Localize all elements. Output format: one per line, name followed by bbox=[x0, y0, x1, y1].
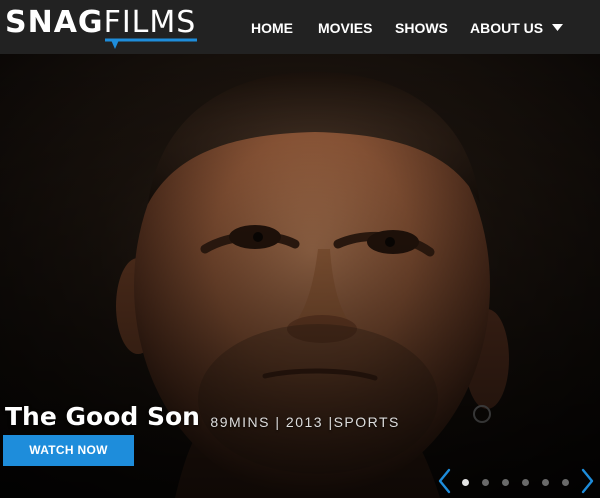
carousel-dot-3[interactable] bbox=[502, 479, 509, 486]
nav-about-us-label: ABOUT US bbox=[470, 20, 544, 36]
movie-meta: 89MINS | 2013 |SPORTS bbox=[210, 414, 400, 430]
nav-home-label: HOME bbox=[251, 20, 293, 36]
nav-movies-label: MOVIES bbox=[318, 20, 373, 36]
carousel-dot-5[interactable] bbox=[542, 479, 549, 486]
watch-now-button[interactable]: WATCH NOW bbox=[3, 435, 134, 466]
nav-home[interactable]: HOME bbox=[251, 19, 293, 37]
featured-movie-hero[interactable]: The Good Son 89MINS | 2013 |SPORTS WATCH… bbox=[0, 54, 600, 498]
nav-shows[interactable]: SHOWS bbox=[395, 19, 448, 37]
chevron-right-icon[interactable] bbox=[581, 468, 595, 494]
carousel-dot-2[interactable] bbox=[482, 479, 489, 486]
caret-down-icon bbox=[552, 24, 564, 31]
carousel-dot-4[interactable] bbox=[522, 479, 529, 486]
nav-shows-label: SHOWS bbox=[395, 20, 448, 36]
movie-title[interactable]: The Good Son bbox=[5, 400, 200, 434]
nav-about-us-dropdown[interactable]: ABOUT US bbox=[470, 19, 564, 37]
chevron-left-icon[interactable] bbox=[437, 468, 451, 494]
top-navigation-bar: SNAGFILMS HOME MOVIES SHOWS ABOUT US bbox=[0, 0, 600, 54]
carousel-dot-1[interactable] bbox=[462, 479, 469, 486]
nav-movies[interactable]: MOVIES bbox=[318, 19, 372, 37]
main-nav: HOME MOVIES SHOWS ABOUT US bbox=[0, 0, 600, 54]
carousel-dot-6[interactable] bbox=[562, 479, 569, 486]
movie-caption: The Good Son 89MINS | 2013 |SPORTS bbox=[5, 400, 400, 434]
